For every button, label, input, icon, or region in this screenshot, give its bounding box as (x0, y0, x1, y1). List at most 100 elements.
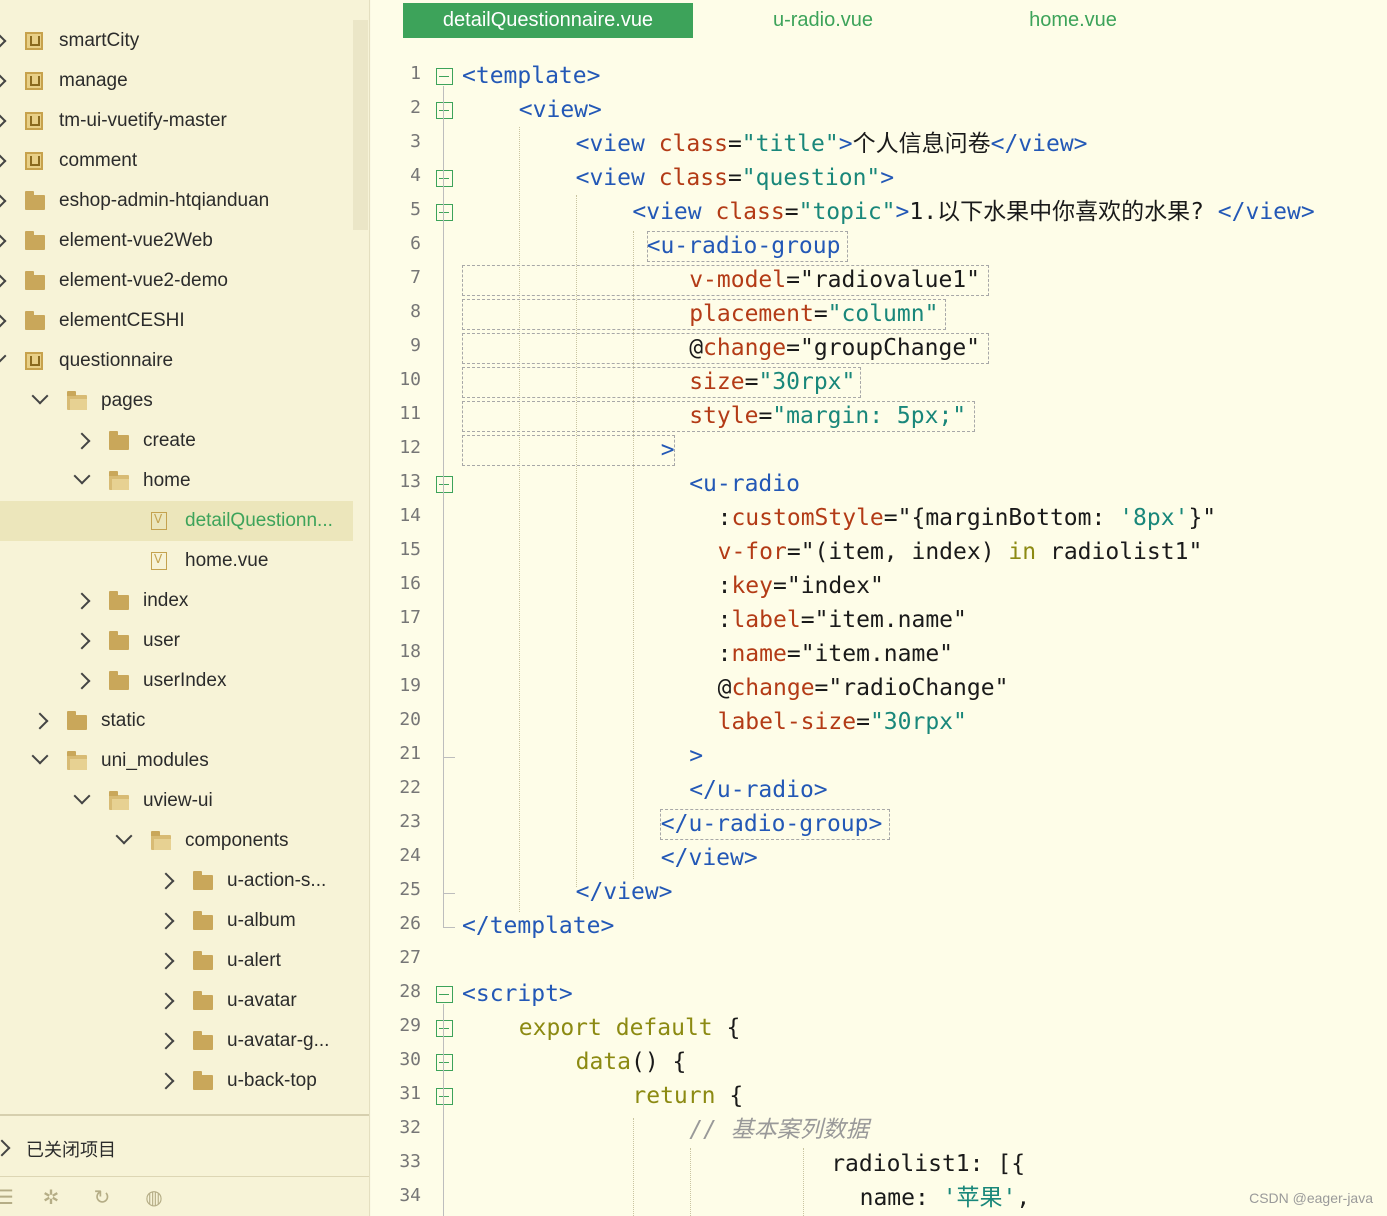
chevron-right-icon[interactable] (157, 1032, 175, 1050)
chevron-right-icon[interactable] (157, 1072, 175, 1090)
code-line[interactable]: 25 </view> (371, 875, 1387, 909)
tree-item[interactable]: u-back-top (0, 1061, 353, 1101)
tree-item[interactable]: u-avatar-g... (0, 1021, 353, 1061)
code-line[interactable]: 20 label-size="30rpx" (371, 705, 1387, 739)
code-line[interactable]: 33 radiolist1: [{ (371, 1147, 1387, 1181)
tree-item[interactable]: smartCity (0, 21, 353, 61)
fold-collapse-icon[interactable] (436, 170, 453, 187)
code-line[interactable]: 15 v-for="(item, index) in radiolist1" (371, 535, 1387, 569)
tree-item[interactable]: detailQuestionn... (0, 501, 353, 541)
code-line[interactable]: 32 // 基本案列数据 (371, 1113, 1387, 1147)
code-line[interactable]: 19 @change="radioChange" (371, 671, 1387, 705)
chevron-right-icon[interactable] (0, 72, 7, 90)
fold-collapse-icon[interactable] (436, 68, 453, 85)
tree-item[interactable]: elementCESHI (0, 301, 353, 341)
code-line[interactable]: 24 </view> (371, 841, 1387, 875)
tab-home-vue[interactable]: home.vue (953, 3, 1193, 38)
chevron-right-icon[interactable] (73, 632, 91, 650)
code-line[interactable]: 30 data() { (371, 1045, 1387, 1079)
fold-collapse-icon[interactable] (436, 204, 453, 221)
code-line[interactable]: 22 </u-radio> (371, 773, 1387, 807)
chevron-right-icon[interactable] (73, 432, 91, 450)
tree-item[interactable]: uview-ui (0, 781, 353, 821)
folder-icon (193, 871, 213, 890)
chevron-right-icon[interactable] (157, 872, 175, 890)
tree-item[interactable]: uni_modules (0, 741, 353, 781)
code-line[interactable]: 27 (371, 943, 1387, 977)
fold-collapse-icon[interactable] (436, 986, 453, 1003)
tree-item[interactable]: u-album (0, 901, 353, 941)
tree-item[interactable]: u-action-s... (0, 861, 353, 901)
chevron-right-icon[interactable] (0, 232, 7, 250)
code-line[interactable]: 29 export default { (371, 1011, 1387, 1045)
chevron-right-icon[interactable] (157, 912, 175, 930)
tree-item[interactable]: element-vue2Web (0, 221, 353, 261)
chevron-right-icon[interactable] (0, 112, 7, 130)
tab-detail-questionnaire[interactable]: detailQuestionnaire.vue (403, 3, 693, 38)
sync-icon[interactable]: ↻ (91, 1186, 113, 1208)
code-line[interactable]: 21 > (371, 739, 1387, 773)
code-line[interactable]: 6 <u-radio-group (371, 229, 1387, 263)
tree-item[interactable]: tm-ui-vuetify-master (0, 101, 353, 141)
tree-item[interactable]: home (0, 461, 353, 501)
tree-item[interactable]: questionnaire (0, 341, 353, 381)
code-line[interactable]: 31 return { (371, 1079, 1387, 1113)
tree-item[interactable]: u-alert (0, 941, 353, 981)
tree-item[interactable]: index (0, 581, 353, 621)
chevron-down-icon[interactable] (31, 387, 49, 405)
chevron-right-icon[interactable] (0, 32, 7, 50)
chevron-right-icon[interactable] (157, 992, 175, 1010)
chevron-right-icon[interactable] (0, 192, 7, 210)
project-explorer: smartCity manage tm-ui-vuetify-master comme… (0, 0, 370, 1216)
code-line[interactable]: 2 <view> (371, 93, 1387, 127)
code-line[interactable]: 18:name="item.name" (371, 637, 1387, 671)
chevron-down-icon[interactable] (0, 347, 7, 365)
code-line[interactable]: 26 </template> (371, 909, 1387, 943)
tree-item[interactable]: userIndex (0, 661, 353, 701)
tree-item[interactable]: comment (0, 141, 353, 181)
tree-item[interactable]: eshop-admin-htqianduan (0, 181, 353, 221)
chevron-right-icon[interactable] (0, 272, 7, 290)
chevron-right-icon[interactable] (73, 672, 91, 690)
tree-item[interactable]: create (0, 421, 353, 461)
tree-item[interactable]: u-avatar (0, 981, 353, 1021)
code-line[interactable]: 34 name: '苹果', (371, 1181, 1387, 1215)
code-line[interactable]: 4 <view class="question"> (371, 161, 1387, 195)
tree-item[interactable]: home.vue (0, 541, 353, 581)
chevron-down-icon[interactable] (73, 787, 91, 805)
chevron-right-icon[interactable] (0, 312, 7, 330)
tree-item[interactable]: pages (0, 381, 353, 421)
list-icon[interactable]: ☰ (0, 1186, 16, 1208)
code-line[interactable]: 28 <script> (371, 977, 1387, 1011)
tab-u-radio[interactable]: u-radio.vue (693, 3, 953, 38)
fold-collapse-icon[interactable] (436, 102, 453, 119)
chevron-right-icon[interactable] (31, 712, 49, 730)
sidebar-scrollbar[interactable] (353, 20, 368, 230)
code-line[interactable]: 3 <view class="title">个人信息问卷</view> (371, 127, 1387, 161)
globe-icon[interactable]: ◍ (143, 1186, 165, 1208)
code-line[interactable]: 16:key="index" (371, 569, 1387, 603)
fold-collapse-icon[interactable] (436, 476, 453, 493)
chevron-down-icon[interactable] (31, 747, 49, 765)
closed-projects-section[interactable]: 已关闭项目 (0, 1114, 369, 1176)
chevron-down-icon[interactable] (115, 827, 133, 845)
code-line[interactable]: 17:label="item.name" (371, 603, 1387, 637)
code-line[interactable]: 1 <template> (371, 59, 1387, 93)
tree-item[interactable]: element-vue2-demo (0, 261, 353, 301)
code-line[interactable]: 14:customStyle="{marginBottom: '8px'}" (371, 501, 1387, 535)
chevron-down-icon[interactable] (73, 467, 91, 485)
fold-collapse-icon[interactable] (436, 1054, 453, 1071)
code-editor[interactable]: detailQuestionnaire.vue u-radio.vue home… (371, 0, 1387, 1216)
tree-item[interactable]: components (0, 821, 353, 861)
fold-collapse-icon[interactable] (436, 1020, 453, 1037)
code-line[interactable]: 5 <view class="topic">1.以下水果中你喜欢的水果? </vi… (371, 195, 1387, 229)
tree-item[interactable]: user (0, 621, 353, 661)
code-line[interactable]: 13 <u-radio (371, 467, 1387, 501)
tree-item[interactable]: static (0, 701, 353, 741)
bug-icon[interactable]: ✲ (40, 1186, 62, 1208)
chevron-right-icon[interactable] (73, 592, 91, 610)
chevron-right-icon[interactable] (0, 152, 7, 170)
tree-item[interactable]: manage (0, 61, 353, 101)
fold-collapse-icon[interactable] (436, 1088, 453, 1105)
chevron-right-icon[interactable] (157, 952, 175, 970)
